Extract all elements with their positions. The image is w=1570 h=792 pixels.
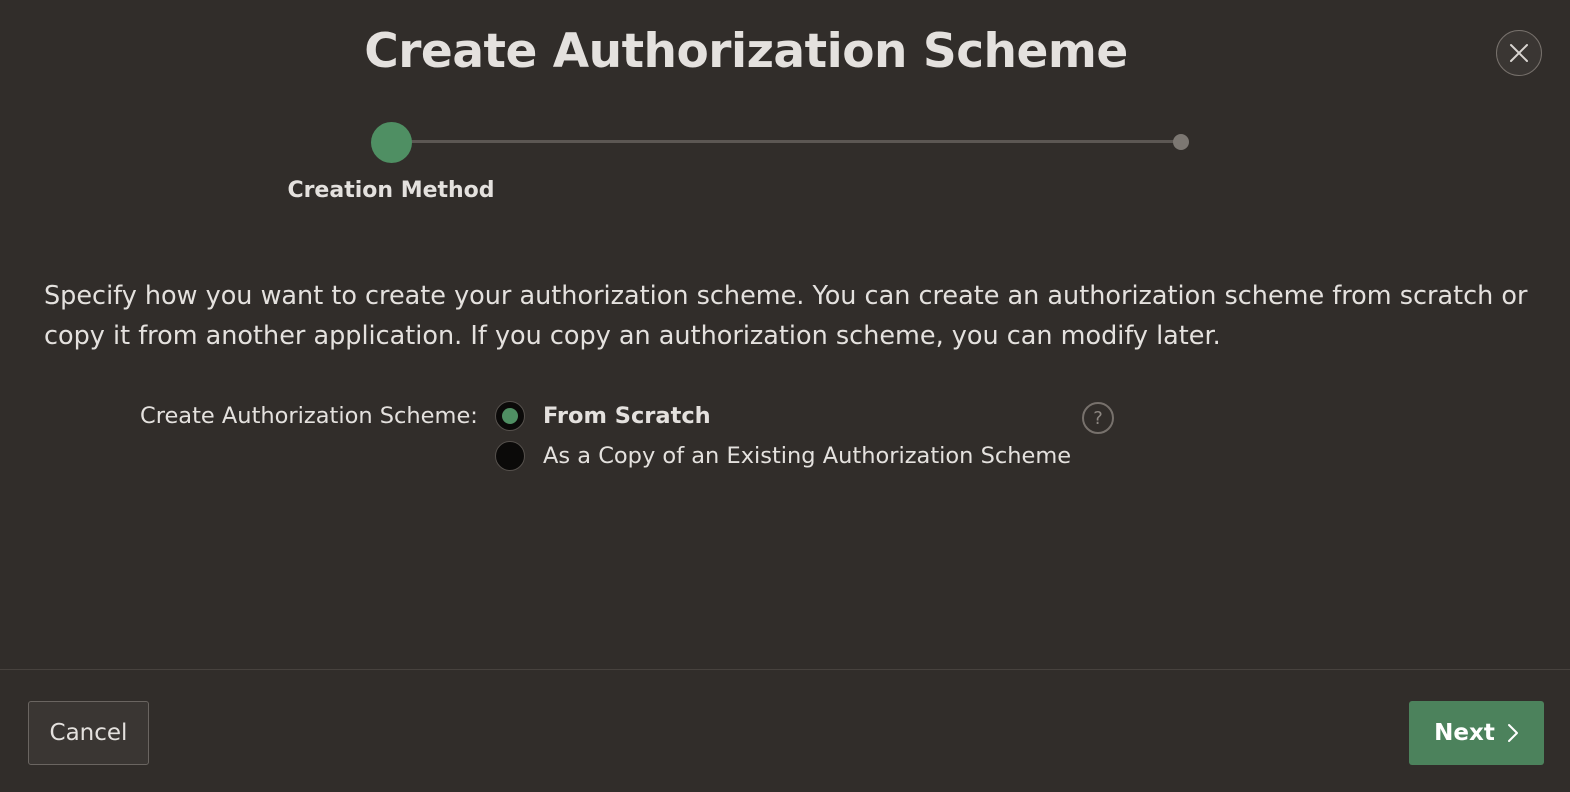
footer-divider [0,669,1570,670]
next-button-label: Next [1434,720,1495,746]
radio-option-copy-existing[interactable]: As a Copy of an Existing Authorization S… [495,441,1071,471]
instructions-text: Specify how you want to create your auth… [44,281,1528,351]
create-authorization-scheme-dialog: Create Authorization Scheme Creation Met… [0,0,1570,792]
radio-selected-dot [502,408,518,424]
radio-option-label: As a Copy of an Existing Authorization S… [543,443,1072,469]
radio-option-from-scratch[interactable]: From Scratch [495,401,711,431]
close-button[interactable] [1496,30,1542,76]
chevron-right-icon [1507,723,1519,743]
creation-method-label: Create Authorization Scheme: [140,403,478,429]
help-icon[interactable]: ? [1082,402,1114,434]
radio-button-selected[interactable] [495,401,525,431]
wizard-step-1-marker [371,122,412,163]
cancel-button[interactable]: Cancel [28,701,149,765]
radio-option-label: From Scratch [543,403,711,429]
wizard-step-1-label: Creation Method [287,178,495,203]
dialog-title: Create Authorization Scheme [364,24,1128,79]
wizard-progress-track [392,140,1182,143]
close-icon [1508,42,1530,64]
next-button[interactable]: Next [1409,701,1544,765]
radio-button[interactable] [495,441,525,471]
wizard-step-2-marker [1173,134,1189,150]
